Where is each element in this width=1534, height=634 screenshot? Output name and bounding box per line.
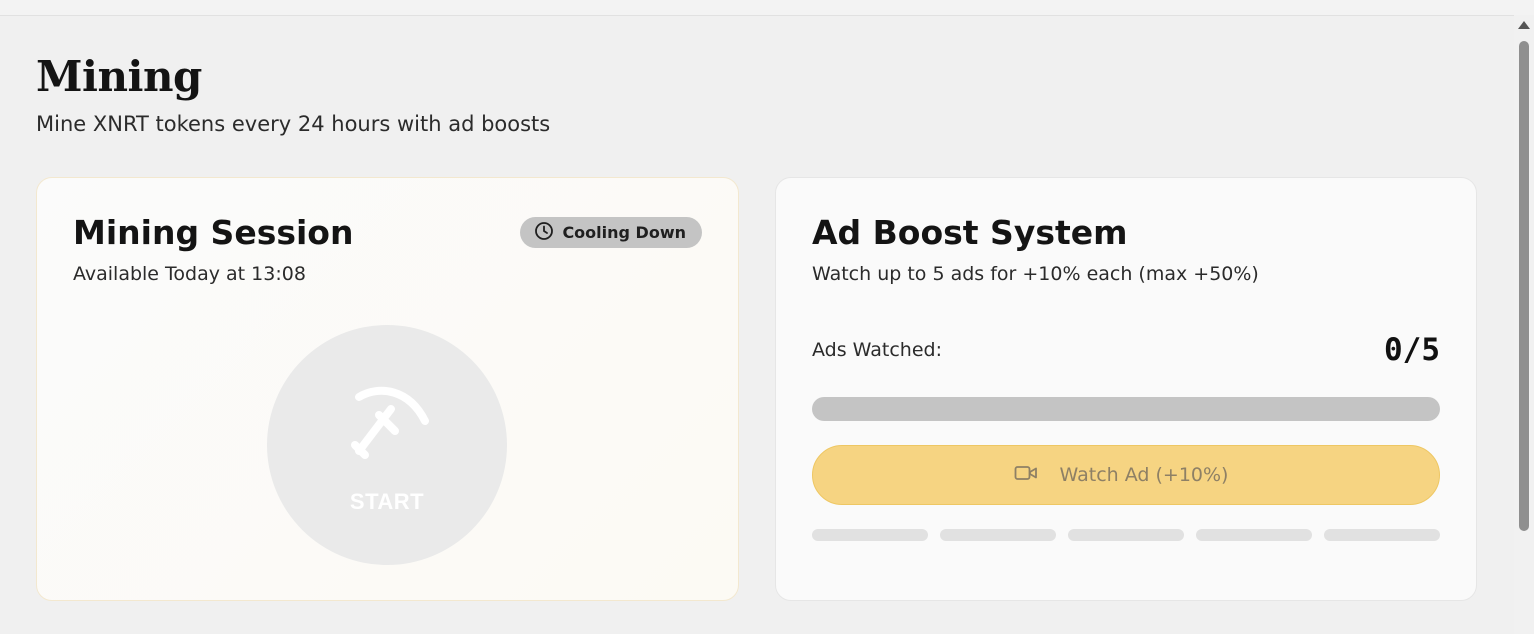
video-camera-icon [1014, 464, 1038, 487]
page-subtitle: Mine XNRT tokens every 24 hours with ad … [36, 112, 551, 136]
ad-boost-card: Ad Boost System Watch up to 5 ads for +1… [775, 177, 1477, 601]
clock-icon [534, 221, 554, 245]
page-title: Mining [36, 52, 202, 101]
scrollbar-thumb[interactable] [1519, 41, 1529, 531]
ad-slot-indicator [940, 529, 1056, 541]
mining-session-title: Mining Session [73, 213, 354, 252]
ad-slot-indicator [1324, 529, 1440, 541]
watch-ad-button[interactable]: Watch Ad (+10%) [812, 445, 1440, 505]
watch-ad-label: Watch Ad (+10%) [1059, 464, 1229, 486]
ad-boost-title: Ad Boost System [812, 213, 1128, 252]
ad-slot-indicator [812, 529, 928, 541]
status-badge-label: Cooling Down [562, 223, 686, 242]
ads-watched-label: Ads Watched: [812, 339, 942, 361]
mining-availability-text: Available Today at 13:08 [73, 263, 306, 285]
ad-slot-indicator [1196, 529, 1312, 541]
status-badge: Cooling Down [520, 217, 702, 248]
start-mining-button[interactable]: START [267, 325, 507, 565]
ads-progress-bar [812, 397, 1440, 421]
browser-top-strip [0, 0, 1534, 16]
pickaxe-icon [339, 375, 435, 475]
vertical-scrollbar[interactable] [1514, 15, 1534, 634]
ad-slot-indicator [1068, 529, 1184, 541]
scroll-up-arrow-icon[interactable] [1518, 21, 1530, 29]
mining-session-card: Mining Session Available Today at 13:08 … [36, 177, 739, 601]
ads-watched-count: 0/5 [1384, 332, 1440, 368]
start-label: START [349, 489, 425, 514]
ad-slot-indicators [812, 529, 1440, 541]
ad-boost-description: Watch up to 5 ads for +10% each (max +50… [812, 263, 1259, 285]
